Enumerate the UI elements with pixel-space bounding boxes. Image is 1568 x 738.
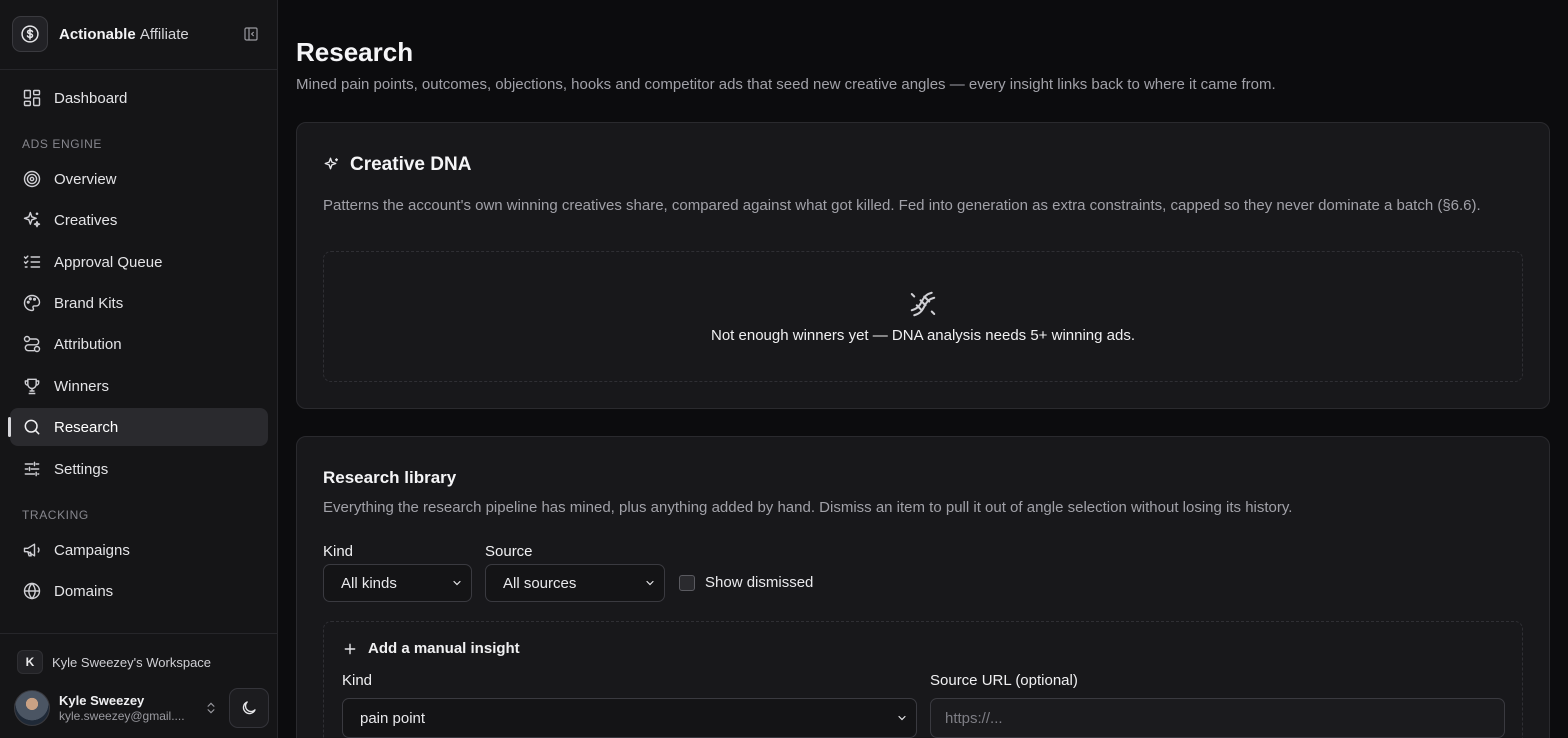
creative-dna-description: Patterns the account's own winning creat… bbox=[323, 197, 1481, 214]
palette-icon bbox=[23, 294, 41, 312]
sidebar-item-campaigns[interactable]: Campaigns bbox=[10, 531, 268, 569]
page-title: Research bbox=[296, 37, 414, 67]
manual-insight-form: Add a manual insight Kind pain point Sou… bbox=[323, 621, 1523, 738]
kind-filter-label: Kind bbox=[323, 543, 354, 560]
dna-icon bbox=[910, 291, 936, 317]
creative-dna-card: Creative DNA Patterns the account's own … bbox=[296, 122, 1550, 409]
workspace-switcher[interactable]: K Kyle Sweezey's Workspace bbox=[17, 650, 211, 674]
sidebar: Actionable Affiliate Dashboard ADS ENGIN… bbox=[0, 0, 278, 738]
kind-filter-select[interactable]: All kinds bbox=[323, 564, 472, 602]
search-icon bbox=[24, 419, 40, 435]
sidebar-item-label: Winners bbox=[54, 377, 110, 395]
sidebar-item-label: Dashboard bbox=[54, 89, 128, 107]
brand: Actionable Affiliate bbox=[12, 16, 266, 52]
kind-filter-value: All kinds bbox=[341, 574, 397, 592]
globe-icon bbox=[23, 582, 41, 600]
plus-icon bbox=[344, 643, 356, 654]
research-library-title: Research library bbox=[323, 468, 457, 487]
brand-name-light: Affiliate bbox=[139, 25, 189, 43]
active-indicator bbox=[8, 417, 11, 437]
creative-dna-empty-text: Not enough winners yet — DNA analysis ne… bbox=[711, 327, 1135, 344]
moon-icon bbox=[242, 701, 256, 715]
dashboard-icon bbox=[23, 89, 41, 107]
research-library-description: Everything the research pipeline has min… bbox=[323, 499, 1293, 516]
chevrons-up-down-icon bbox=[207, 702, 215, 714]
research-library-card: Research library Everything the research… bbox=[296, 436, 1550, 738]
theme-toggle-button[interactable] bbox=[229, 688, 269, 728]
sidebar-item-label: Approval Queue bbox=[54, 253, 163, 271]
creative-dna-title: Creative DNA bbox=[323, 154, 471, 176]
source-url-input[interactable] bbox=[945, 709, 1504, 727]
sidebar-item-overview[interactable]: Overview bbox=[10, 160, 268, 198]
workspace-badge: K bbox=[17, 650, 43, 674]
brand-name-bold: Actionable bbox=[59, 25, 136, 43]
chevron-down-icon bbox=[898, 715, 906, 721]
page-subtitle: Mined pain points, outcomes, objections,… bbox=[296, 76, 1276, 93]
add-manual-insight-button[interactable]: Add a manual insight bbox=[343, 640, 520, 657]
show-dismissed-label: Show dismissed bbox=[705, 574, 814, 591]
source-filter-value: All sources bbox=[503, 574, 577, 592]
user-menu[interactable]: Kyle Sweezey kyle.sweezey@gmail.... bbox=[14, 689, 224, 727]
sidebar-item-approval-queue[interactable]: Approval Queue bbox=[10, 243, 268, 281]
sidebar-item-creatives[interactable]: Creatives bbox=[10, 201, 268, 239]
chevron-down-icon bbox=[646, 580, 654, 586]
sparkle-icon bbox=[324, 157, 338, 170]
source-url-field[interactable] bbox=[930, 698, 1505, 738]
sidebar-item-label: Settings bbox=[54, 460, 109, 478]
manual-kind-value: pain point bbox=[360, 709, 426, 727]
sidebar-item-label: Brand Kits bbox=[54, 294, 124, 312]
add-manual-insight-label: Add a manual insight bbox=[368, 640, 520, 657]
source-url-label: Source URL (optional) bbox=[930, 672, 1078, 689]
sidebar-item-research[interactable]: Research bbox=[10, 408, 268, 446]
sparkles-icon bbox=[23, 211, 41, 228]
avatar bbox=[14, 690, 50, 726]
sidebar-item-attribution[interactable]: Attribution bbox=[10, 325, 268, 363]
creative-dna-empty-state: Not enough winners yet — DNA analysis ne… bbox=[323, 251, 1523, 382]
sidebar-item-label: Domains bbox=[54, 582, 114, 600]
sidebar-item-settings[interactable]: Settings bbox=[10, 450, 268, 488]
show-dismissed-toggle[interactable]: Show dismissed bbox=[679, 574, 813, 591]
sidebar-item-label: Creatives bbox=[54, 211, 118, 229]
manual-kind-select[interactable]: pain point bbox=[342, 698, 917, 738]
show-dismissed-checkbox[interactable] bbox=[679, 574, 695, 591]
checklist-icon bbox=[23, 255, 41, 268]
dollar-logo-icon bbox=[12, 16, 48, 52]
sidebar-item-winners[interactable]: Winners bbox=[10, 367, 268, 405]
sidebar-item-brand-kits[interactable]: Brand Kits bbox=[10, 284, 268, 322]
sidebar-item-label: Campaigns bbox=[54, 541, 130, 559]
creative-dna-title-text: Creative DNA bbox=[350, 154, 472, 175]
nav-section-tracking: TRACKING bbox=[22, 508, 89, 522]
megaphone-icon bbox=[23, 543, 40, 557]
sidebar-divider bbox=[0, 69, 278, 70]
sidebar-item-label: Attribution bbox=[54, 335, 122, 353]
sidebar-item-domains[interactable]: Domains bbox=[10, 572, 268, 610]
workspace-name: Kyle Sweezey's Workspace bbox=[52, 654, 212, 670]
manual-kind-label: Kind bbox=[342, 672, 373, 689]
user-email: kyle.sweezey@gmail.... bbox=[59, 708, 185, 723]
source-filter-label: Source bbox=[485, 543, 533, 560]
trophy-icon bbox=[24, 378, 40, 395]
source-filter-select[interactable]: All sources bbox=[485, 564, 665, 602]
route-icon bbox=[23, 335, 41, 353]
sliders-icon bbox=[24, 461, 40, 477]
sidebar-collapse-icon[interactable] bbox=[242, 25, 260, 43]
user-name: Kyle Sweezey bbox=[59, 693, 145, 708]
chevron-down-icon bbox=[453, 580, 461, 586]
target-icon bbox=[23, 170, 41, 188]
sidebar-item-label: Research bbox=[54, 418, 119, 436]
brand-name: Actionable Affiliate bbox=[59, 26, 189, 43]
nav-section-ads-engine: ADS ENGINE bbox=[22, 137, 103, 151]
main-content: Research Mined pain points, outcomes, ob… bbox=[279, 0, 1568, 738]
sidebar-item-label: Overview bbox=[54, 170, 117, 188]
sidebar-bottom-divider bbox=[0, 633, 278, 634]
sidebar-item-dashboard[interactable]: Dashboard bbox=[10, 79, 268, 117]
